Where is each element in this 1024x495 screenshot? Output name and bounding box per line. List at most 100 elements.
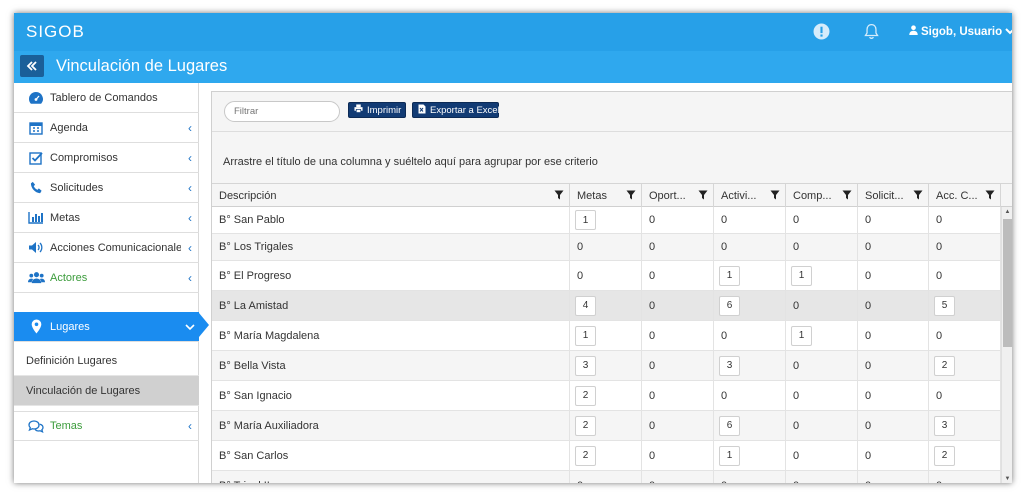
count-link[interactable]: 6 xyxy=(719,415,740,436)
table-row[interactable]: B° San Carlos 2 0 1 0 0 2 xyxy=(212,441,1001,471)
sidebar-item-compromisos[interactable]: Compromisos ‹ xyxy=(14,143,199,173)
dashboard-icon xyxy=(26,91,46,105)
cell-value: 0 xyxy=(649,449,656,462)
cell-value: 0 xyxy=(936,269,943,282)
cell-value: 0 xyxy=(649,269,656,282)
table-cell: 0 xyxy=(642,234,714,260)
table-row[interactable]: B° La Amistad 4 0 6 0 0 5 xyxy=(212,291,1001,321)
table-row[interactable]: B° San Pablo 1 0 0 0 0 0 xyxy=(212,207,1001,234)
filter-icon[interactable] xyxy=(554,190,564,200)
sidebar-item-lugares[interactable]: Lugares xyxy=(14,312,199,342)
scrollbar-thumb[interactable] xyxy=(1003,219,1012,347)
filter-icon[interactable] xyxy=(626,190,636,200)
export-excel-button[interactable]: Exportar a Excel xyxy=(412,102,500,118)
scroll-up-icon[interactable]: ▲ xyxy=(1002,207,1012,217)
column-header[interactable]: Descripción xyxy=(212,184,570,207)
count-link[interactable]: 2 xyxy=(575,445,596,466)
top-navbar: SIGOB Sigob, Usuario xyxy=(14,13,1012,51)
sidebar-item-agenda[interactable]: Agenda ‹ xyxy=(14,113,199,143)
column-header[interactable]: Solicit... xyxy=(858,184,929,207)
column-header[interactable]: Acc. C... xyxy=(929,184,1001,207)
count-link[interactable]: 2 xyxy=(575,385,596,406)
column-header[interactable]: Comp... xyxy=(786,184,858,207)
table-cell: 1 xyxy=(570,321,642,350)
filter-icon[interactable] xyxy=(770,190,780,200)
grid-toolbar: Imprimir Exportar a Excel xyxy=(212,92,1012,132)
table-cell: 1 xyxy=(714,261,786,290)
count-link[interactable]: 5 xyxy=(934,295,955,316)
count-link[interactable]: 2 xyxy=(575,415,596,436)
count-link[interactable]: 1 xyxy=(791,325,812,346)
cell-value: 0 xyxy=(936,329,943,342)
count-link[interactable]: 3 xyxy=(719,355,740,376)
scroll-down-icon[interactable]: ▼ xyxy=(1002,474,1012,483)
table-row[interactable]: B° El Progreso 0 0 1 1 0 0 xyxy=(212,261,1001,291)
sidebar-item-label: Lugares xyxy=(50,320,90,333)
count-link[interactable]: 3 xyxy=(934,415,955,436)
filter-input[interactable] xyxy=(224,101,340,122)
count-link[interactable]: 4 xyxy=(575,295,596,316)
print-button[interactable]: Imprimir xyxy=(348,102,406,118)
sidebar-item-label: Compromisos xyxy=(50,151,118,164)
cell-value: 0 xyxy=(649,329,656,342)
cell-value: 0 xyxy=(865,389,872,402)
sidebar-item-actores[interactable]: Actores ‹ xyxy=(14,263,199,293)
table-row[interactable]: B° Trigal II 0 0 0 0 0 0 xyxy=(212,471,1001,483)
count-link[interactable]: 2 xyxy=(934,445,955,466)
filter-icon[interactable] xyxy=(842,190,852,200)
table-cell: 0 xyxy=(786,381,858,410)
sidebar-item-solicitudes[interactable]: Solicitudes ‹ xyxy=(14,173,199,203)
filter-icon[interactable] xyxy=(698,190,708,200)
sidebar-item-acciones-comunicacionales[interactable]: Acciones Comunicacionales ‹ xyxy=(14,233,199,263)
table-cell: 0 xyxy=(642,411,714,440)
table-cell: 0 xyxy=(858,471,929,483)
filter-icon[interactable] xyxy=(913,190,923,200)
chevron-left-icon: ‹ xyxy=(188,210,192,225)
table-cell: 0 xyxy=(858,261,929,290)
bell-icon[interactable] xyxy=(862,22,880,40)
table-cell: 0 xyxy=(642,441,714,470)
table-cell: 3 xyxy=(570,351,642,380)
filter-icon[interactable] xyxy=(985,190,995,200)
sidebar-item-temas[interactable]: Temas ‹ xyxy=(14,411,199,441)
table-row[interactable]: B° María Magdalena 1 0 0 1 0 0 xyxy=(212,321,1001,351)
vertical-scrollbar[interactable]: ▲ ▼ xyxy=(1001,207,1012,483)
count-link[interactable]: 1 xyxy=(719,265,740,286)
collapse-sidebar-button[interactable] xyxy=(20,55,44,77)
grid-header: Descripción Metas Oport... Activi... Comp...… xyxy=(212,184,1012,207)
user-menu[interactable]: Sigob, Usuario xyxy=(909,25,1012,38)
table-row[interactable]: B° María Auxiliadora 2 0 6 0 0 3 xyxy=(212,411,1001,441)
column-header[interactable]: Metas xyxy=(570,184,642,207)
count-link[interactable]: 6 xyxy=(719,295,740,316)
table-cell: 0 xyxy=(929,381,1001,410)
table-row[interactable]: B° Bella Vista 3 0 3 0 0 2 xyxy=(212,351,1001,381)
sidebar-item-metas[interactable]: Metas ‹ xyxy=(14,203,199,233)
table-row[interactable]: B° San Ignacio 2 0 0 0 0 0 xyxy=(212,381,1001,411)
column-header[interactable]: Oport... xyxy=(642,184,714,207)
submenu-item-definicion-lugares[interactable]: Definición Lugares xyxy=(14,346,199,376)
count-link[interactable]: 1 xyxy=(791,265,812,286)
table-cell: 6 xyxy=(714,291,786,320)
sidebar-item-label: Tablero de Comandos xyxy=(50,91,158,104)
count-link[interactable]: 3 xyxy=(575,355,596,376)
cell-value: 0 xyxy=(793,480,799,484)
table-row[interactable]: B° Los Trigales 0 0 0 0 0 0 xyxy=(212,234,1001,261)
count-link[interactable]: 1 xyxy=(719,445,740,466)
count-link[interactable]: 1 xyxy=(575,325,596,346)
sidebar-item-tablero[interactable]: Tablero de Comandos xyxy=(14,83,199,113)
sidebar-item-label: Metas xyxy=(50,211,80,224)
count-link[interactable]: 2 xyxy=(934,355,955,376)
submenu-item-label: Vinculación de Lugares xyxy=(26,384,141,397)
alert-icon[interactable] xyxy=(812,22,830,40)
brand-logo[interactable]: SIGOB xyxy=(26,22,85,42)
group-hint-text: Arrastre el título de una columna y suél… xyxy=(223,156,598,168)
cell-description: B° María Magdalena xyxy=(212,321,570,350)
column-header[interactable]: Activi... xyxy=(714,184,786,207)
group-drop-area[interactable]: Arrastre el título de una columna y suél… xyxy=(212,132,1012,184)
cell-value: 0 xyxy=(793,389,800,402)
cell-value: 0 xyxy=(793,359,800,372)
table-cell: 0 xyxy=(929,471,1001,483)
table-cell: 0 xyxy=(714,207,786,233)
submenu-item-vinculacion-lugares[interactable]: Vinculación de Lugares xyxy=(14,376,199,406)
count-link[interactable]: 1 xyxy=(575,210,596,230)
